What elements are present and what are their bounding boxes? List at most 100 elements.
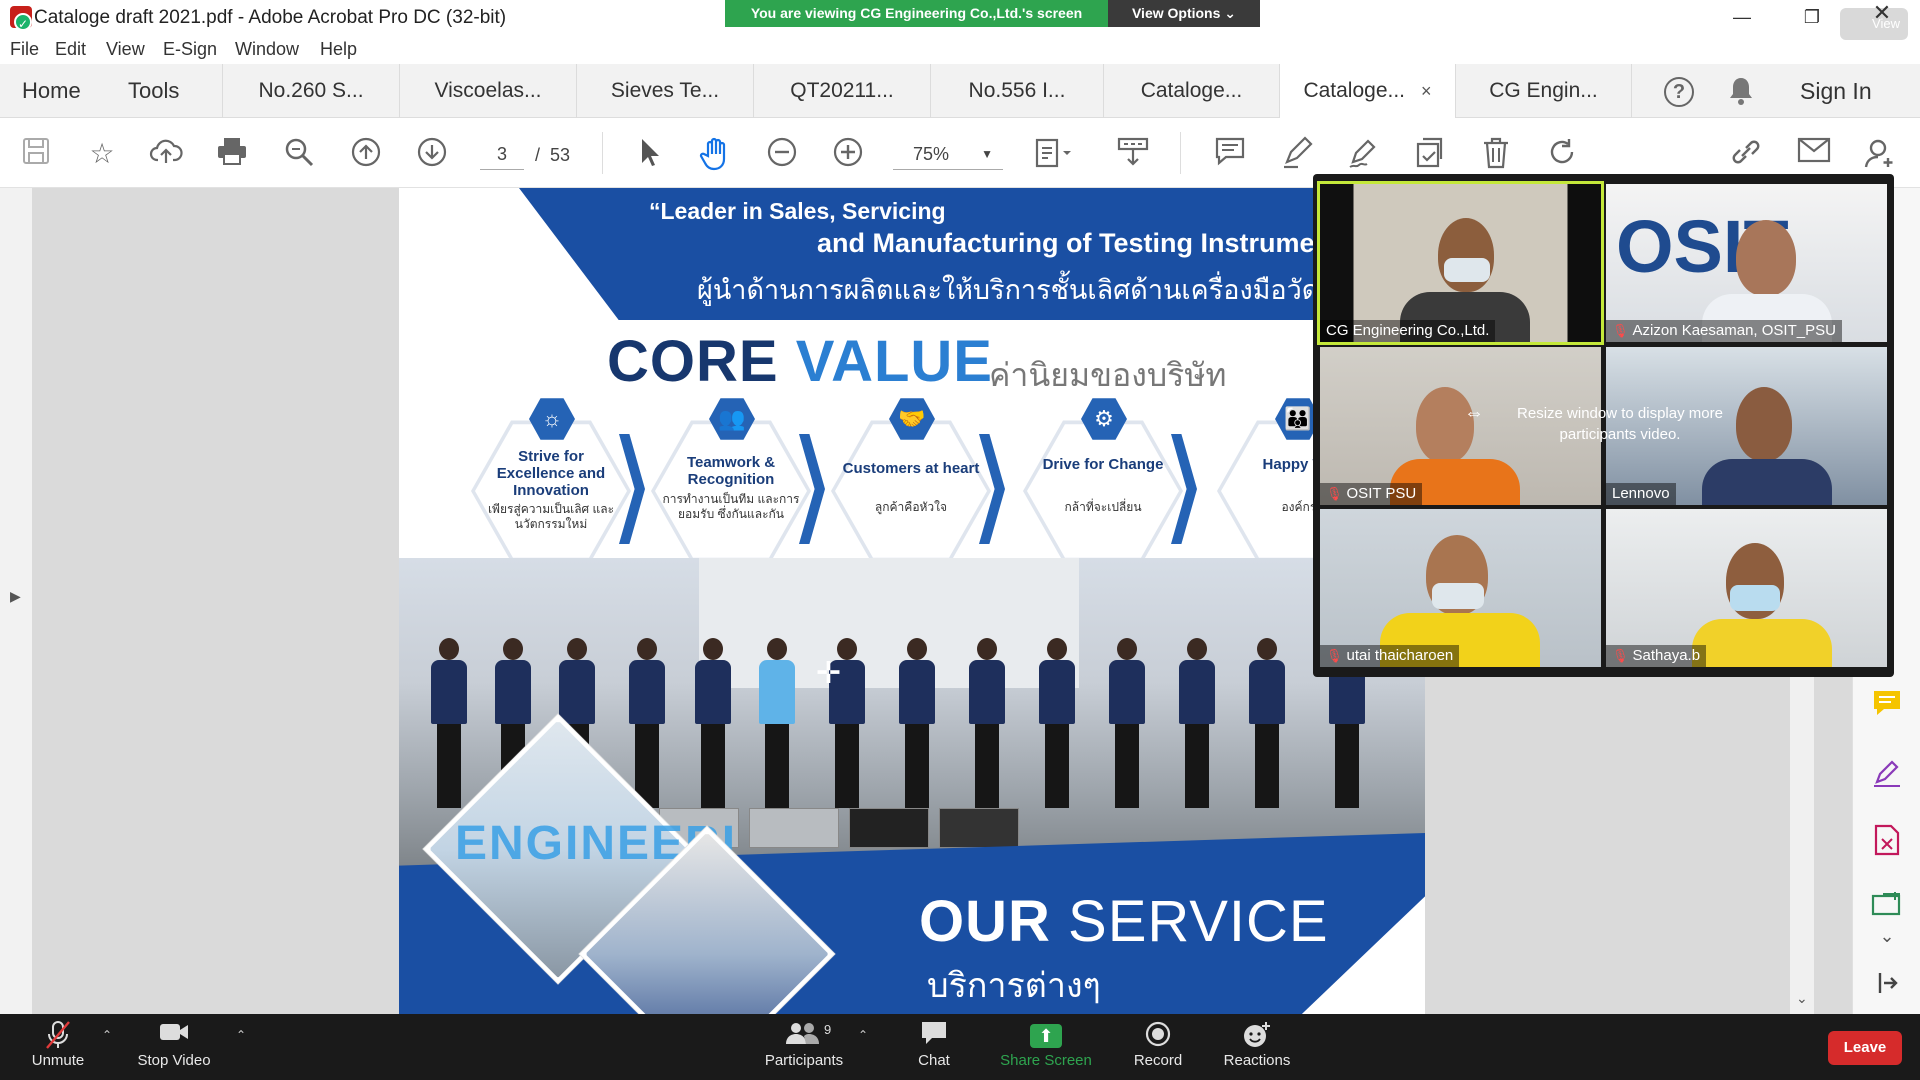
our-service-thai: บริการต่างๆ <box>927 967 1101 1005</box>
close-icon[interactable]: ✕ <box>1862 0 1902 26</box>
tab-document-active[interactable]: Cataloge... × <box>1280 64 1456 118</box>
chevron-up-icon[interactable]: ⌃ <box>858 1028 868 1042</box>
stop-video-label: Stop Video <box>137 1052 211 1069</box>
zoom-out-icon[interactable] <box>764 136 800 172</box>
cloud-upload-icon[interactable] <box>148 136 184 172</box>
menu-window[interactable]: Window <box>235 39 299 60</box>
expand-panel-icon[interactable]: ▶ <box>10 588 21 605</box>
organize-pages-icon[interactable] <box>1871 890 1903 922</box>
core-value-card: ⚙ Drive for Change กล้าที่จะเปลี่ยน <box>1023 396 1197 564</box>
reactions-label: Reactions <box>1223 1052 1291 1069</box>
previous-page-icon[interactable] <box>348 136 384 172</box>
menu-esign[interactable]: E-Sign <box>163 39 217 60</box>
comment-icon[interactable] <box>1212 136 1248 172</box>
participants-button[interactable]: Participants 9 ⌃ <box>762 1020 868 1069</box>
menu-edit[interactable]: Edit <box>55 39 86 60</box>
muted-mic-icon: 🎙 <box>1326 648 1343 663</box>
value-title: Customers at heart <box>842 460 980 477</box>
rotate-icon[interactable] <box>1544 136 1580 172</box>
video-tile[interactable]: CG Engineering Co.,Ltd. <box>1317 181 1604 345</box>
record-button[interactable]: Record <box>1132 1020 1184 1069</box>
muted-mic-icon: 🎙 <box>1612 323 1629 338</box>
zoom-in-icon[interactable] <box>830 136 866 172</box>
bookmark-star-icon[interactable]: ☆ <box>84 136 120 172</box>
notification-bell-icon[interactable] <box>1727 76 1755 106</box>
scrolling-mode-icon[interactable] <box>1115 136 1151 172</box>
help-icon[interactable]: ? <box>1664 77 1694 107</box>
restore-icon[interactable]: ❐ <box>1792 4 1832 30</box>
video-tile[interactable]: OSIT 🎙 Azizon Kaesaman, OSIT_PSU <box>1606 184 1887 342</box>
reactions-button[interactable]: Reactions <box>1222 1020 1292 1069</box>
add-user-icon[interactable] <box>1862 136 1898 172</box>
leave-meeting-button[interactable]: Leave <box>1828 1031 1902 1065</box>
next-page-icon[interactable] <box>414 136 450 172</box>
value-title: Teamwork & Recognition <box>686 454 776 488</box>
shield-check-icon: ✓ <box>14 13 32 31</box>
menu-view[interactable]: View <box>106 39 145 60</box>
export-pdf-icon[interactable] <box>1871 824 1903 856</box>
tab-document[interactable]: Viscoelas... <box>400 64 577 118</box>
sign-in-button[interactable]: Sign In <box>1800 64 1872 118</box>
tab-document[interactable]: QT20211... <box>754 64 931 118</box>
chevron-down-icon: ▼ <box>981 147 993 161</box>
chevron-up-icon[interactable]: ⌃ <box>102 1028 112 1042</box>
zoom-level-select[interactable]: 75% ▼ <box>893 138 1003 170</box>
fit-page-icon[interactable] <box>1033 136 1071 172</box>
fill-sign-icon[interactable] <box>1871 758 1903 790</box>
person <box>1249 638 1285 808</box>
core-value-heading: CORE VALUE <box>607 328 993 395</box>
view-options-button[interactable]: View Options ⌄ <box>1108 0 1260 27</box>
page-number-input[interactable]: 3 <box>480 138 524 170</box>
resize-arrows-icon: ⇔ <box>1464 402 1484 424</box>
unmute-button[interactable]: Unmute ⌃ <box>28 1020 112 1069</box>
video-tile[interactable]: 🎙 utai thaicharoen <box>1320 509 1601 667</box>
video-tile[interactable]: 🎙 Sathaya.b <box>1606 509 1887 667</box>
toolbar-divider <box>602 132 603 174</box>
tab-document[interactable]: CG Engin... <box>1456 64 1632 118</box>
highlight-pen-icon[interactable] <box>1280 136 1316 172</box>
print-icon[interactable] <box>214 136 250 172</box>
share-link-icon[interactable] <box>1728 136 1764 172</box>
pdf-page: “Leader in Sales, Servicing and Manufact… <box>399 188 1425 1014</box>
tab-home[interactable]: Home <box>22 64 81 118</box>
value-thai: ลูกค้าคือหัวใจ <box>874 500 948 514</box>
stamp-icon[interactable] <box>1412 136 1448 172</box>
chat-button[interactable]: Chat <box>912 1020 956 1069</box>
comment-tool-icon[interactable] <box>1871 688 1903 720</box>
select-pointer-icon[interactable] <box>632 136 668 172</box>
video-camera-icon <box>136 1020 212 1052</box>
delete-trash-icon[interactable] <box>1478 136 1514 172</box>
value-title: Strive for Excellence and Innovation <box>496 448 606 499</box>
save-icon[interactable] <box>18 136 54 172</box>
core-value-card: 👥 Teamwork & Recognition การทำงานเป็นทีม… <box>651 396 825 564</box>
equipment-case <box>849 808 929 848</box>
minimize-icon[interactable]: — <box>1722 4 1762 30</box>
share-screen-button[interactable]: ⬆ Share Screen <box>1000 1020 1092 1069</box>
collapse-panel-icon[interactable] <box>1871 970 1903 1002</box>
tab-document[interactable]: No.556 I... <box>931 64 1104 118</box>
tab-tools[interactable]: Tools <box>128 64 179 118</box>
zoom-search-icon[interactable] <box>281 136 317 172</box>
share-screen-up-arrow-icon: ⬆ <box>1030 1024 1062 1048</box>
person <box>1179 638 1215 808</box>
scroll-down-icon[interactable]: ⌄ <box>1796 990 1808 1007</box>
menu-help[interactable]: Help <box>320 39 357 60</box>
screen: ✓ Cataloge draft 2021.pdf - Adobe Acroba… <box>0 0 1920 1080</box>
left-navigation-rail: ▶ <box>0 188 32 1014</box>
tab-close-icon[interactable]: × <box>1421 81 1432 101</box>
face-mask <box>1730 585 1780 611</box>
hand-tool-icon[interactable] <box>698 136 734 172</box>
tab-document[interactable]: Cataloge... <box>1104 64 1280 118</box>
building-background <box>699 558 1079 688</box>
tab-document[interactable]: Sieves Te... <box>577 64 754 118</box>
chevron-down-icon[interactable]: ⌄ <box>1871 920 1903 952</box>
sign-pen-icon[interactable] <box>1346 136 1382 172</box>
chat-label: Chat <box>918 1052 950 1069</box>
zoom-meeting-controls: Unmute ⌃ Stop Video ⌃ Participants 9 ⌃ C… <box>0 1014 1920 1080</box>
stop-video-button[interactable]: Stop Video ⌃ <box>136 1020 246 1069</box>
zoom-level-value: 75% <box>913 144 950 164</box>
tab-document[interactable]: No.260 S... <box>223 64 400 118</box>
chevron-up-icon[interactable]: ⌃ <box>236 1028 246 1042</box>
menu-file[interactable]: File <box>10 39 39 60</box>
email-icon[interactable] <box>1796 136 1832 172</box>
